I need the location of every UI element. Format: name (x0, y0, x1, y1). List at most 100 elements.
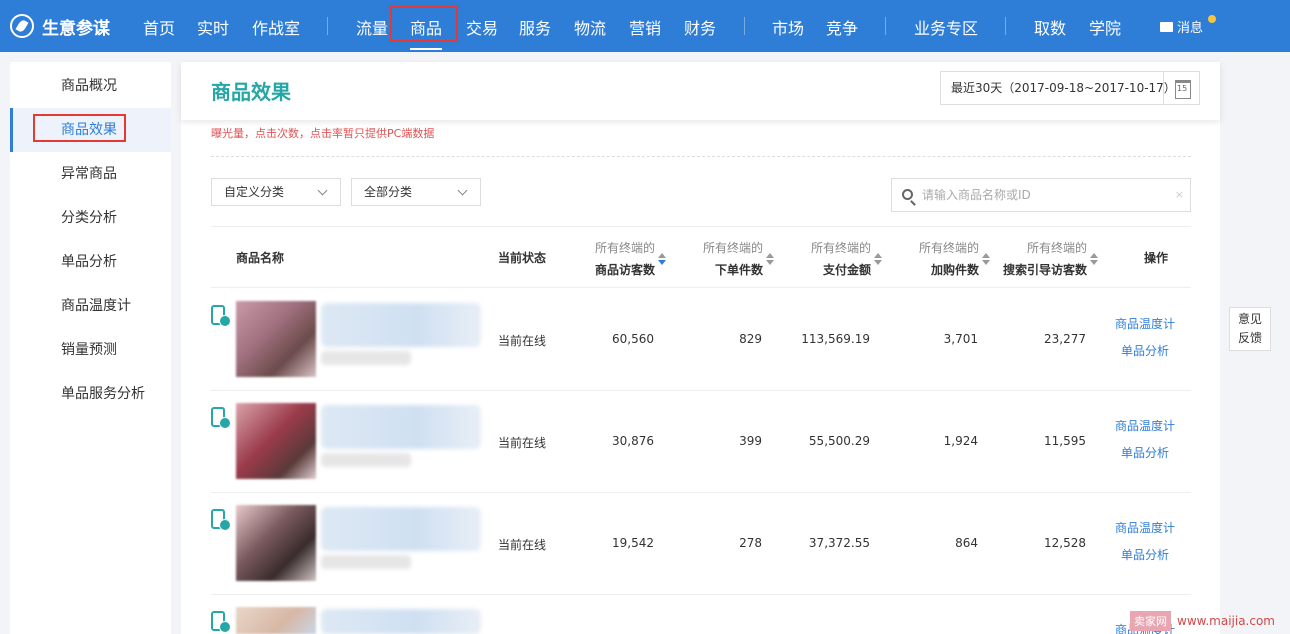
feedback-button[interactable]: 意见 反馈 (1229, 307, 1271, 351)
date-range-picker[interactable]: 最近30天（2017-09-18~2017-10-17） 15 (940, 71, 1200, 105)
nav-item-marketing[interactable]: 营销 (629, 15, 661, 39)
search-placeholder: 请输入商品名称或ID (922, 188, 1031, 202)
product-thumbnail[interactable] (236, 505, 316, 581)
product-meta-blurred (321, 453, 411, 467)
clear-icon[interactable]: × (1175, 179, 1184, 211)
nav-item-product[interactable]: 商品 (410, 15, 443, 50)
cell-orders: 278 (739, 536, 762, 550)
nav-item-logistics[interactable]: 物流 (574, 15, 606, 39)
notification-dot (1208, 15, 1216, 23)
mail-icon (1160, 21, 1173, 32)
single-analysis-link[interactable]: 单品分析 (1121, 546, 1169, 563)
check-icon (219, 315, 231, 327)
nav-item-academy[interactable]: 学院 (1089, 15, 1121, 39)
header-visitors-label: 商品访客数 (594, 263, 655, 277)
sidebar-item-overview[interactable]: 商品概况 (10, 64, 171, 108)
header-amount[interactable]: 所有终端的 支付金额 (809, 239, 871, 278)
sort-icon[interactable] (1090, 253, 1098, 265)
thermometer-link[interactable]: 商品温度计 (1115, 315, 1175, 332)
product-title-blurred[interactable] (321, 303, 481, 347)
header-orders-label: 下单件数 (714, 263, 763, 277)
compass-icon (10, 14, 34, 38)
sidebar-item-single-service[interactable]: 单品服务分析 (10, 372, 171, 416)
nav-item-trade[interactable]: 交易 (466, 15, 498, 39)
sidebar-item-forecast[interactable]: 销量预测 (10, 328, 171, 372)
sidebar: 商品概况 商品效果 异常商品 分类分析 单品分析 商品温度计 销量预测 单品服务… (10, 62, 171, 634)
sidebar-item-effect[interactable]: 商品效果 (10, 108, 171, 152)
sidebar-item-single[interactable]: 单品分析 (10, 240, 171, 284)
nav-divider (885, 17, 886, 35)
product-title-blurred[interactable] (321, 405, 481, 449)
table-row: 当前在线 30,876 399 55,500.29 1,924 11,595 商… (211, 391, 1191, 493)
all-category-label: 全部分类 (364, 185, 413, 199)
cell-amount: 37,372.55 (808, 536, 870, 550)
table-row: 当前在线 60,560 829 113,569.19 3,701 23,277 … (211, 289, 1191, 391)
calendar-day: 15 (1177, 84, 1188, 93)
calendar-icon[interactable]: 15 (1163, 72, 1199, 104)
sort-icon[interactable] (982, 253, 990, 265)
sort-icon[interactable] (766, 253, 774, 265)
nav-item-data-fetch[interactable]: 取数 (1034, 15, 1066, 39)
divider (211, 156, 1191, 157)
product-thumbnail[interactable] (236, 403, 316, 479)
header-visitors[interactable]: 所有终端的 商品访客数 (593, 239, 655, 278)
product-thumbnail[interactable] (236, 607, 316, 634)
chevron-down-icon (457, 185, 468, 196)
page-title: 商品效果 (211, 80, 291, 104)
search-icon (902, 189, 913, 200)
sort-icon[interactable] (658, 253, 666, 265)
cell-amount: 55,500.29 (808, 434, 870, 448)
nav-item-realtime[interactable]: 实时 (197, 15, 229, 39)
header-orders[interactable]: 所有终端的 下单件数 (701, 239, 763, 278)
single-analysis-link[interactable]: 单品分析 (1121, 444, 1169, 461)
nav-item-market[interactable]: 市场 (772, 15, 804, 39)
nav-item-business-zone[interactable]: 业务专区 (914, 15, 978, 39)
product-title-blurred[interactable] (321, 609, 481, 634)
product-thumbnail[interactable] (236, 301, 316, 377)
cell-cart: 1,924 (943, 434, 978, 448)
nav-item-finance[interactable]: 财务 (684, 15, 716, 39)
date-range-label: 最近30天（2017-09-18~2017-10-17） (951, 81, 1176, 95)
product-search-input[interactable]: 请输入商品名称或ID × (891, 178, 1191, 212)
table-row: 商品温度计 (211, 595, 1191, 634)
sidebar-item-thermometer[interactable]: 商品温度计 (10, 284, 171, 328)
app-name: 生意参谋 (42, 18, 110, 39)
nav-item-traffic[interactable]: 流量 (356, 15, 388, 39)
cell-search-visitors: 12,528 (1044, 536, 1086, 550)
header-prefix: 所有终端的 (594, 241, 655, 255)
table-header: 商品名称 当前状态 所有终端的 商品访客数 所有终端的 下单件数 所有终端的 支… (211, 226, 1191, 288)
header-product-name: 商品名称 (236, 251, 285, 265)
cell-visitors: 30,876 (612, 434, 654, 448)
watermark-url: www.maijia.com (1177, 614, 1275, 628)
watermark: 卖家网 www.maijia.com (1130, 610, 1275, 632)
nav-item-competition[interactable]: 竞争 (826, 15, 858, 39)
nav-item-warroom[interactable]: 作战室 (252, 15, 300, 39)
cell-cart: 3,701 (943, 332, 978, 346)
sidebar-item-abnormal[interactable]: 异常商品 (10, 152, 171, 196)
header-cart[interactable]: 所有终端的 加购件数 (917, 239, 979, 278)
header-prefix: 所有终端的 (810, 241, 871, 255)
cell-visitors: 60,560 (612, 332, 654, 346)
header-search-visitors[interactable]: 所有终端的 搜索引导访客数 (997, 239, 1087, 278)
nav-item-service[interactable]: 服务 (519, 15, 551, 39)
sidebar-item-category[interactable]: 分类分析 (10, 196, 171, 240)
sort-icon[interactable] (874, 253, 882, 265)
header-amount-label: 支付金额 (822, 263, 871, 277)
nav-item-home[interactable]: 首页 (143, 15, 175, 39)
check-icon (219, 621, 231, 633)
custom-category-label: 自定义分类 (224, 185, 285, 199)
product-title-blurred[interactable] (321, 507, 481, 551)
all-category-select[interactable]: 全部分类 (351, 178, 481, 206)
thermometer-link[interactable]: 商品温度计 (1115, 519, 1175, 536)
single-analysis-link[interactable]: 单品分析 (1121, 342, 1169, 359)
custom-category-select[interactable]: 自定义分类 (211, 178, 341, 206)
header-status: 当前状态 (498, 251, 547, 265)
thermometer-link[interactable]: 商品温度计 (1115, 417, 1175, 434)
cell-orders: 399 (739, 434, 762, 448)
feedback-line2: 反馈 (1237, 331, 1262, 345)
message-button[interactable]: 消息 (1160, 17, 1203, 36)
header-prefix: 所有终端的 (1026, 241, 1087, 255)
cell-status: 当前在线 (498, 334, 547, 348)
app-logo[interactable]: 生意参谋 (10, 13, 110, 39)
feedback-line1: 意见 (1237, 312, 1262, 326)
